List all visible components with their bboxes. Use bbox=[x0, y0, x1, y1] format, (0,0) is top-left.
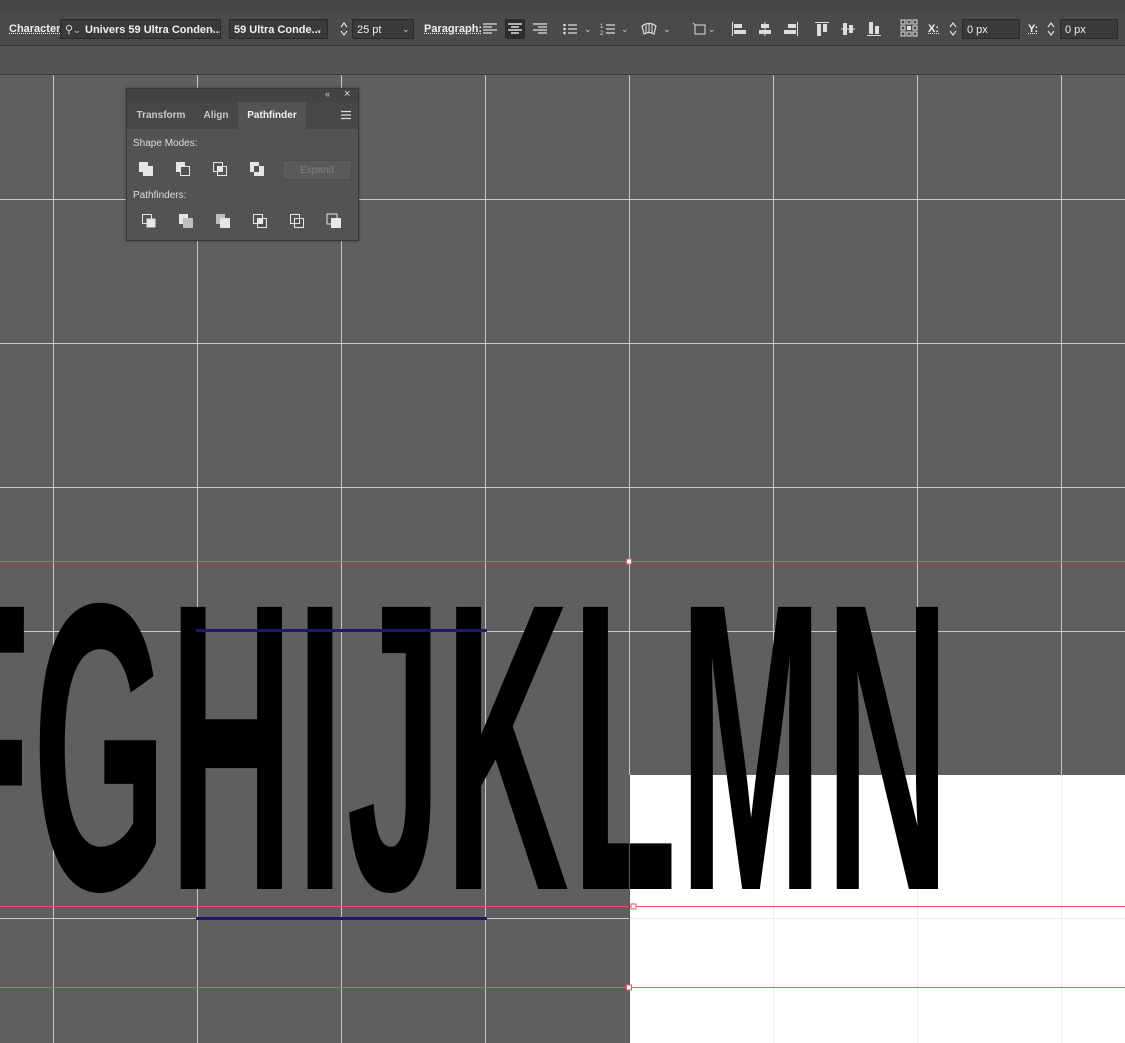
align-right-icon[interactable] bbox=[532, 21, 548, 37]
intersect-icon[interactable] bbox=[211, 160, 229, 178]
x-value: 0 px bbox=[967, 24, 988, 36]
pathfinder-panel[interactable]: « × Transform Align Pathfinder Shape Mod… bbox=[126, 88, 359, 241]
search-icon: ⚲⌄ bbox=[65, 24, 81, 36]
unite-icon[interactable] bbox=[137, 160, 155, 178]
outline-icon[interactable] bbox=[288, 212, 306, 230]
align-left-edges-icon[interactable] bbox=[731, 21, 747, 37]
align-right-edges-icon[interactable] bbox=[783, 21, 799, 37]
minus-back-icon[interactable] bbox=[325, 212, 343, 230]
chevron-down-icon[interactable]: ⌄ bbox=[315, 19, 323, 39]
font-size-value: 25 pt bbox=[357, 24, 382, 36]
merge-icon[interactable] bbox=[214, 212, 232, 230]
anchor-point bbox=[630, 903, 637, 910]
chevron-down-icon[interactable]: ⌄ bbox=[708, 19, 716, 39]
exclude-icon[interactable] bbox=[248, 160, 266, 178]
control-bar: Character: ⚲⌄ Univers 59 Ultra Conden... … bbox=[0, 13, 1125, 46]
transform-icon[interactable] bbox=[692, 21, 708, 37]
font-size-stepper-icon[interactable] bbox=[339, 20, 349, 38]
pathfinders-label: Pathfinders: bbox=[133, 190, 187, 201]
align-bottom-edges-icon[interactable] bbox=[866, 21, 882, 37]
character-label[interactable]: Character: bbox=[9, 19, 64, 39]
collapse-panel-icon[interactable]: « bbox=[325, 89, 330, 99]
crop-icon[interactable] bbox=[251, 212, 269, 230]
y-field[interactable]: 0 px bbox=[1060, 19, 1118, 39]
x-label[interactable]: X: bbox=[928, 19, 939, 39]
anchor-point bbox=[626, 984, 632, 991]
warp-icon[interactable] bbox=[641, 21, 657, 37]
trim-icon[interactable] bbox=[177, 212, 195, 230]
panel-menu-icon[interactable] bbox=[340, 110, 352, 120]
control-strip bbox=[0, 0, 1125, 13]
x-field[interactable]: 0 px bbox=[962, 19, 1020, 39]
document-tab-bar bbox=[0, 46, 1125, 75]
font-style-select[interactable]: 59 Ultra Conde... bbox=[229, 19, 328, 39]
chevron-down-icon[interactable]: ⌄ bbox=[402, 19, 410, 39]
chevron-down-icon[interactable]: ⌄ bbox=[663, 19, 671, 39]
font-style-value: 59 Ultra Conde... bbox=[234, 24, 321, 36]
y-label[interactable]: Y: bbox=[1028, 19, 1038, 39]
align-left-icon[interactable] bbox=[482, 21, 498, 37]
tab-align[interactable]: Align bbox=[195, 102, 237, 129]
align-horizontal-centers-icon[interactable] bbox=[757, 21, 773, 37]
bullets-icon[interactable] bbox=[562, 21, 578, 37]
minus-front-icon[interactable] bbox=[174, 160, 192, 178]
tab-pathfinder[interactable]: Pathfinder bbox=[238, 102, 306, 129]
anchor-point bbox=[626, 558, 632, 565]
close-icon[interactable]: × bbox=[344, 88, 350, 100]
font-family-value: Univers 59 Ultra Conden... bbox=[85, 24, 221, 36]
chevron-down-icon[interactable]: ⌄ bbox=[621, 19, 629, 39]
shape-modes-label: Shape Modes: bbox=[133, 138, 198, 149]
panel-title-bar[interactable]: « × bbox=[127, 88, 358, 102]
svg-text:2: 2 bbox=[600, 31, 604, 37]
align-vertical-centers-icon[interactable] bbox=[840, 21, 856, 37]
y-stepper-icon[interactable] bbox=[1046, 20, 1056, 38]
panel-tabs: Transform Align Pathfinder bbox=[127, 102, 358, 129]
align-center-icon[interactable] bbox=[505, 19, 525, 39]
chevron-down-icon[interactable]: ⌄ bbox=[208, 19, 216, 39]
expand-button[interactable]: Expand bbox=[282, 160, 352, 180]
chevron-down-icon[interactable]: ⌄ bbox=[584, 19, 592, 39]
divide-icon[interactable] bbox=[140, 212, 158, 230]
align-top-edges-icon[interactable] bbox=[814, 21, 830, 37]
paragraph-label[interactable]: Paragraph: bbox=[424, 19, 482, 39]
tab-transform[interactable]: Transform bbox=[127, 102, 195, 129]
reference-point-icon[interactable] bbox=[900, 19, 918, 37]
font-family-select[interactable]: ⚲⌄ Univers 59 Ultra Conden... bbox=[60, 19, 221, 39]
numbering-icon[interactable]: 12 bbox=[600, 21, 616, 37]
y-value: 0 px bbox=[1065, 24, 1086, 36]
x-stepper-icon[interactable] bbox=[948, 20, 958, 38]
svg-text:1: 1 bbox=[600, 24, 604, 30]
